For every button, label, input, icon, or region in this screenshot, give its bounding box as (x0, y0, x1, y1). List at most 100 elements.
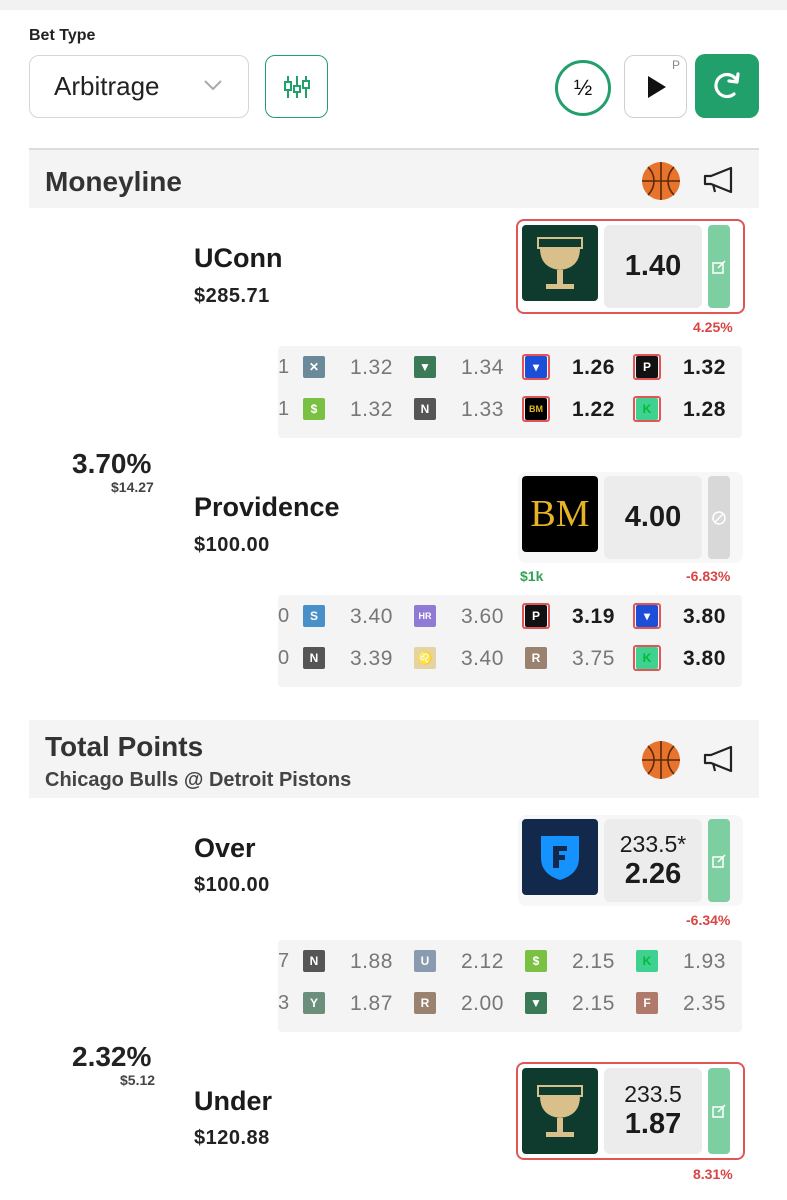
rebet-icon-glyph: R (525, 647, 547, 669)
n-icon-glyph: N (303, 647, 325, 669)
n-icon[interactable]: N (300, 948, 328, 974)
filter-button[interactable] (265, 55, 328, 118)
basketball-icon (642, 162, 680, 200)
edge-pct: 4.25% (693, 319, 733, 335)
rebet-icon[interactable]: R (522, 645, 550, 671)
s-icon-glyph: S (303, 605, 325, 627)
p-icon[interactable]: P (633, 354, 661, 380)
section-title: Moneyline (45, 166, 182, 197)
edge-pct: -6.34% (686, 912, 731, 928)
draftkings-icon[interactable]: $ (522, 948, 550, 974)
odds-value: 3.60 (461, 605, 504, 628)
grail-icon[interactable]: Y (300, 990, 328, 1016)
bm-logo: BM (522, 476, 598, 552)
odds-value: 2.12 (461, 950, 504, 973)
bet-type-value: Arbitrage (54, 71, 160, 101)
flag-icon[interactable]: ▼ (411, 354, 439, 380)
fliff-icon[interactable]: F (633, 990, 661, 1016)
edit-icon (712, 1104, 726, 1118)
play-button[interactable]: P (624, 55, 687, 118)
clipped-value: 1 (278, 356, 290, 378)
outcome-stake: $285.71 (194, 285, 270, 307)
fliff-icon-glyph: F (636, 992, 658, 1014)
play-icon (647, 75, 666, 98)
odds-value: 3.75 (572, 647, 615, 670)
k-icon[interactable]: K (633, 645, 661, 671)
play-badge: P (671, 58, 680, 72)
edit-button[interactable] (708, 1068, 730, 1154)
draftkings-icon[interactable]: $ (300, 396, 328, 422)
odds-value: 2.00 (461, 992, 504, 1015)
n-icon-glyph: N (303, 950, 325, 972)
fanduel-icon[interactable]: ▾ (522, 354, 550, 380)
hr-icon[interactable]: HR (411, 603, 439, 629)
odds-value: 3.39 (350, 647, 393, 670)
chevron-down-icon (204, 80, 222, 91)
edit-button[interactable] (708, 225, 730, 308)
fanduel-icon[interactable]: ▾ (633, 603, 661, 629)
basketball-icon (642, 741, 680, 779)
odds-value: 1.32 (683, 356, 726, 379)
p-icon-glyph: P (636, 356, 658, 378)
odds-value: 1.32 (350, 356, 393, 379)
grail-icon (522, 225, 598, 301)
best-odds-box[interactable]: 233.5 1.87 (516, 1062, 745, 1160)
best-odds-box[interactable]: 1.40 (516, 219, 745, 314)
n-icon[interactable]: N (411, 396, 439, 422)
clipped-value: 3 (278, 992, 290, 1014)
rebet-icon-glyph: R (414, 992, 436, 1014)
odds-value: 2.26 (624, 857, 682, 890)
bm-icon[interactable]: BM (522, 396, 550, 422)
odds-value: 4.00 (624, 501, 682, 533)
edit-button[interactable] (708, 819, 730, 902)
k-icon[interactable]: K (633, 396, 661, 422)
edit-icon (712, 853, 726, 868)
odds-cell: 4.00 (604, 476, 702, 559)
bet-type-select[interactable]: Arbitrage (29, 55, 249, 118)
draftkings-icon-glyph: $ (303, 398, 325, 420)
s-icon[interactable]: S (300, 603, 328, 629)
draftkings-icon-glyph: $ (525, 950, 547, 972)
k-icon[interactable]: K (633, 948, 661, 974)
p-icon[interactable]: P (522, 603, 550, 629)
x-icon[interactable]: ✕ (300, 354, 328, 380)
lion-icon[interactable]: ♌ (411, 645, 439, 671)
n-icon[interactable]: N (300, 645, 328, 671)
section-subtitle: Chicago Bulls @ Detroit Pistons (45, 769, 352, 791)
flag-icon[interactable]: ▼ (522, 990, 550, 1016)
flag-icon-glyph: ▼ (414, 356, 436, 378)
outcome-name: Under (194, 1086, 273, 1116)
odds-value: 1.87 (350, 992, 393, 1015)
arb-profit: $14.27 (111, 479, 154, 495)
k-icon-glyph: K (636, 950, 658, 972)
outcome-stake: $120.88 (194, 1127, 270, 1149)
odds-value: 2.15 (572, 992, 615, 1015)
u-icon[interactable]: U (411, 948, 439, 974)
edge-pct: -6.83% (686, 568, 731, 584)
best-odds-box[interactable]: BM 4.00 (518, 472, 743, 563)
clipped-value: 1 (278, 398, 290, 420)
odds-value: 2.15 (572, 950, 615, 973)
refresh-button[interactable] (695, 54, 759, 118)
odds-cell: 233.5 1.87 (604, 1068, 702, 1154)
arb-profit: $5.12 (120, 1072, 156, 1088)
odds-value: 3.19 (572, 605, 615, 628)
disabled-button[interactable] (708, 476, 730, 559)
half-label: ½ (573, 75, 593, 100)
arb-percentage: 2.32% (72, 1041, 152, 1072)
odds-value: 1.28 (683, 398, 726, 421)
lion-icon-glyph: ♌ (414, 647, 436, 669)
megaphone-icon[interactable] (701, 162, 737, 198)
best-odds-box[interactable]: 233.5* 2.26 (518, 815, 743, 906)
filter-sliders-icon (283, 75, 310, 98)
other-books-grid: 0 S 3.40 HR 3.60 P 3.19 ▾ 3.80 0 N 3.39 ♌ 3.40 R 3.75 K 3… (278, 595, 742, 687)
clipped-value: 0 (278, 647, 290, 669)
total-line: 233.5 (624, 1081, 682, 1107)
half-stake-button[interactable]: ½ (555, 60, 611, 116)
bet-type-label: Bet Type (29, 27, 96, 44)
rebet-icon[interactable]: R (411, 990, 439, 1016)
arb-percentage: 3.70% (72, 448, 152, 479)
megaphone-icon[interactable] (701, 741, 737, 777)
edit-icon (712, 259, 726, 274)
fanduel-icon-glyph: ▾ (525, 356, 547, 378)
